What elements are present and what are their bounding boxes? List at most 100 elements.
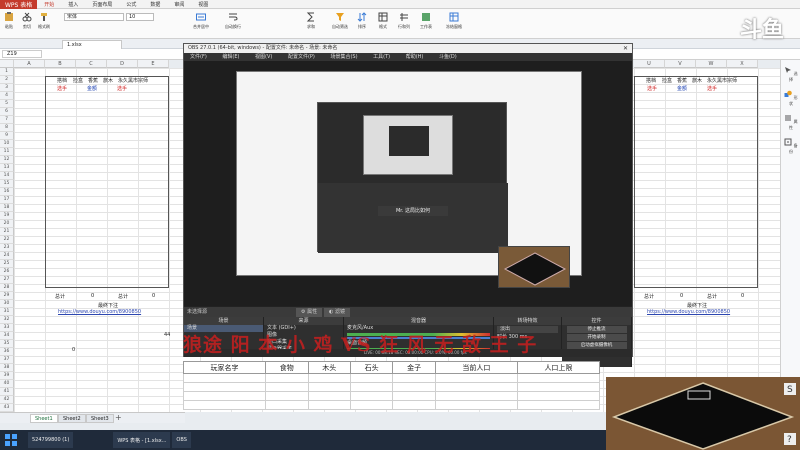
menu-tab-layout[interactable]: 页面布局 xyxy=(85,1,119,8)
doc-tab-1xlsx[interactable]: 1.xlsx xyxy=(62,40,122,49)
row-header[interactable]: 32 xyxy=(0,316,14,324)
row-header[interactable]: 10 xyxy=(0,140,14,148)
obs-menu-edit[interactable]: 编辑(E) xyxy=(222,54,239,60)
sheet-tab-1[interactable]: Sheet1 xyxy=(30,414,58,423)
taskbar-item-obs[interactable]: OBS xyxy=(172,432,191,448)
sheet-tab-3[interactable]: Sheet3 xyxy=(86,414,114,423)
row-header[interactable]: 43 xyxy=(0,404,14,412)
row-header[interactable]: 8 xyxy=(0,124,14,132)
windows-start-icon[interactable] xyxy=(4,433,18,447)
properties-button[interactable]: ⚙ 属性 xyxy=(296,308,323,317)
row-header[interactable]: 41 xyxy=(0,388,14,396)
row-header[interactable]: 25 xyxy=(0,260,14,268)
menu-tab-view[interactable]: 视图 xyxy=(191,1,215,8)
freeze-panes-button[interactable]: 冻结窗格 xyxy=(446,12,462,30)
row-header[interactable]: 39 xyxy=(0,372,14,380)
obs-menu-help[interactable]: 帮助(H) xyxy=(406,54,424,60)
row-header[interactable]: 29 xyxy=(0,292,14,300)
row-header[interactable]: 13 xyxy=(0,164,14,172)
row-header[interactable]: 37 xyxy=(0,356,14,364)
sidebar-backup[interactable]: 备份 xyxy=(783,138,799,155)
paste-button[interactable]: 粘贴 xyxy=(4,12,14,30)
autofilter-button[interactable]: 自动筛选 xyxy=(332,12,348,30)
row-header[interactable]: 36 xyxy=(0,348,14,356)
col-header-a[interactable]: A xyxy=(14,60,45,68)
col-header-c[interactable]: C xyxy=(76,60,107,68)
row-header[interactable]: 28 xyxy=(0,284,14,292)
taskbar-item-qq[interactable]: 524799800 (1) xyxy=(28,432,74,448)
sort-button[interactable]: 排序 xyxy=(357,12,367,30)
row-header[interactable]: 15 xyxy=(0,180,14,188)
col-header-e[interactable]: E xyxy=(138,60,169,68)
col-header-b[interactable]: B xyxy=(45,60,76,68)
wps-app-button[interactable]: WPS 表格 xyxy=(0,0,38,9)
worksheet-button[interactable]: 工作表 xyxy=(420,12,432,30)
taskbar-item-wps[interactable]: WPS 表格 - [1.xlsx... xyxy=(113,432,171,448)
select-all-corner[interactable] xyxy=(0,60,14,68)
row-header[interactable]: 42 xyxy=(0,396,14,404)
sum-button[interactable]: 求和 xyxy=(306,12,316,30)
col-header-u[interactable]: U xyxy=(634,60,665,68)
format-painter-button[interactable]: 格式刷 xyxy=(38,12,50,30)
row-header[interactable]: 16 xyxy=(0,188,14,196)
menu-tab-home[interactable]: 开始 xyxy=(37,1,61,8)
col-header-d[interactable]: D xyxy=(107,60,138,68)
add-sheet-icon[interactable]: + xyxy=(115,413,122,422)
font-name-select[interactable]: 宋体 xyxy=(64,13,124,21)
row-header[interactable]: 20 xyxy=(0,220,14,228)
row-header[interactable]: 33 xyxy=(0,324,14,332)
row-header[interactable]: 22 xyxy=(0,236,14,244)
row-header[interactable]: 3 xyxy=(0,84,14,92)
row-header[interactable]: 27 xyxy=(0,276,14,284)
row-header[interactable]: 2 xyxy=(0,76,14,84)
obs-menu-file[interactable]: 文件(F) xyxy=(190,54,207,60)
sidebar-select[interactable]: 选择 xyxy=(783,66,799,83)
row-header[interactable]: 17 xyxy=(0,196,14,204)
row-header[interactable]: 19 xyxy=(0,212,14,220)
sidebar-properties[interactable]: 属性 xyxy=(783,114,799,131)
row-column-button[interactable]: 行和列 xyxy=(398,12,410,30)
menu-tab-review[interactable]: 审阅 xyxy=(167,1,191,8)
obs-menu-scene-collection[interactable]: 场景集合(S) xyxy=(330,54,357,60)
row-header[interactable]: 7 xyxy=(0,116,14,124)
menu-tab-formula[interactable]: 公式 xyxy=(119,1,143,8)
col-header-v[interactable]: V xyxy=(665,60,696,68)
row-header[interactable]: 12 xyxy=(0,156,14,164)
douyu-link-left[interactable]: https://www.douyu.com/8900850 xyxy=(58,309,141,315)
filters-button[interactable]: ◐ 滤镜 xyxy=(324,308,350,317)
sheet-tab-2[interactable]: Sheet2 xyxy=(58,414,86,423)
col-header-x[interactable]: X xyxy=(727,60,758,68)
row-header[interactable]: 23 xyxy=(0,244,14,252)
row-header[interactable]: 6 xyxy=(0,108,14,116)
row-header[interactable]: 24 xyxy=(0,252,14,260)
row-header[interactable]: 9 xyxy=(0,132,14,140)
menu-tab-insert[interactable]: 插入 xyxy=(61,1,85,8)
cell-reference-box[interactable]: Z19 xyxy=(2,50,42,58)
row-header[interactable]: 14 xyxy=(0,172,14,180)
row-header[interactable]: 34 xyxy=(0,332,14,340)
format-button[interactable]: 格式 xyxy=(378,12,388,30)
obs-preview[interactable]: Mr. 这局比如何 xyxy=(184,61,632,306)
row-header[interactable]: 26 xyxy=(0,268,14,276)
row-header[interactable]: 4 xyxy=(0,92,14,100)
row-header[interactable]: 18 xyxy=(0,204,14,212)
font-size-select[interactable]: 10 xyxy=(126,13,154,21)
row-header[interactable]: 38 xyxy=(0,364,14,372)
sidebar-shapes[interactable]: 形状 xyxy=(783,90,799,107)
row-header[interactable]: 11 xyxy=(0,148,14,156)
row-header[interactable]: 21 xyxy=(0,228,14,236)
obs-menu-profile[interactable]: 配置文件(P) xyxy=(288,54,315,60)
merge-center-button[interactable]: 合并居中 xyxy=(193,12,209,30)
close-icon[interactable]: ✕ xyxy=(623,44,628,53)
wrap-text-button[interactable]: 自动换行 xyxy=(225,12,241,30)
menu-tab-data[interactable]: 数据 xyxy=(143,1,167,8)
row-header[interactable]: 1 xyxy=(0,68,14,76)
obs-menu-view[interactable]: 视图(V) xyxy=(255,54,272,60)
row-header[interactable]: 5 xyxy=(0,100,14,108)
cut-button[interactable]: 剪切 xyxy=(22,12,32,30)
obs-menu-douyu[interactable]: 斗鱼(D) xyxy=(439,54,457,60)
douyu-link-right[interactable]: https://www.douyu.com/8900850 xyxy=(647,309,730,315)
col-header-w[interactable]: W xyxy=(696,60,727,68)
obs-menu-tools[interactable]: 工具(T) xyxy=(373,54,390,60)
row-header[interactable]: 35 xyxy=(0,340,14,348)
